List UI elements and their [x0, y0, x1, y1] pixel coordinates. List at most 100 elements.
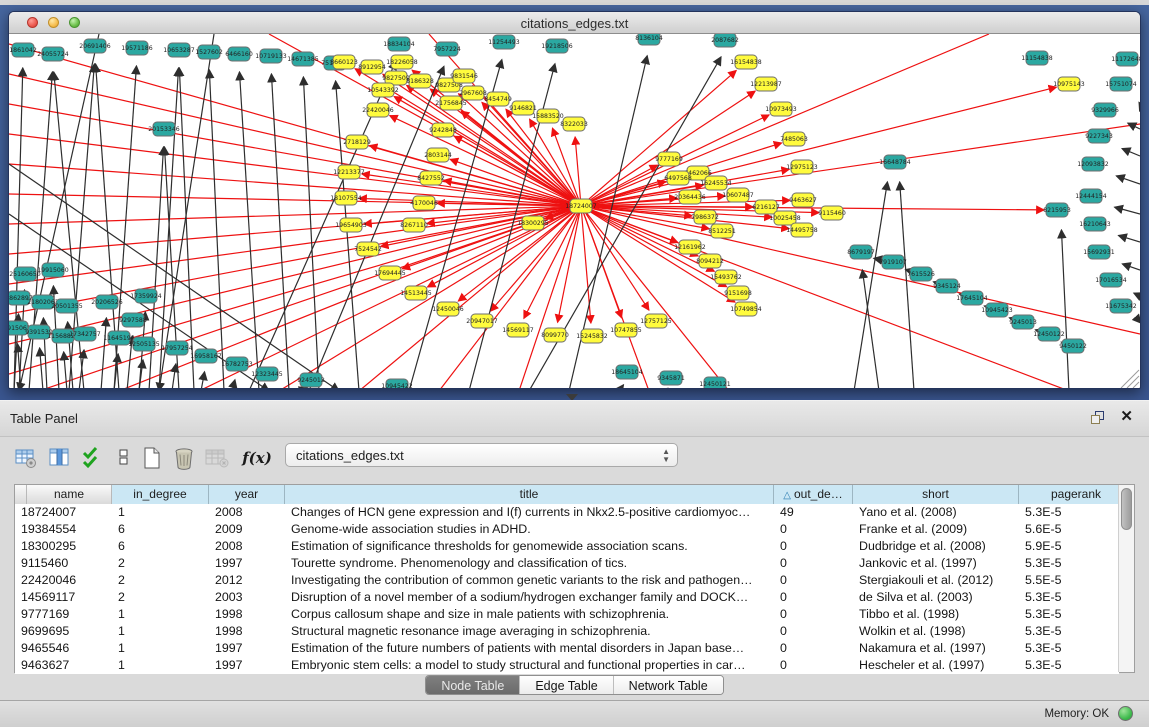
apply-function-button[interactable]: f(x)	[240, 445, 274, 471]
graph-node-label: 8267110	[400, 222, 428, 229]
graph-node-label: 15692931	[1083, 249, 1115, 256]
graph-node-label: 1527602	[195, 49, 223, 56]
table-row[interactable]: 2242004622012Investigating the contribut…	[15, 572, 1119, 589]
graph-node-label: 15493762	[710, 274, 742, 281]
network-canvas[interactable]: 1861042240557242069140619571186106532871…	[9, 34, 1140, 388]
graph-node-label: 7957224	[433, 46, 461, 53]
table-cell: 1	[112, 623, 209, 640]
table-cell: 14569117	[15, 589, 112, 606]
graph-node-label: 7919107	[879, 259, 907, 266]
graph-edge	[1116, 176, 1140, 184]
graph-node-label: 19571186	[121, 45, 153, 52]
table-cell: 0	[774, 555, 853, 572]
tab-node-table[interactable]: Node Table	[426, 676, 519, 694]
column-chooser-button[interactable]	[48, 445, 74, 471]
table-cell: 18724007	[15, 504, 112, 521]
delete-trash-button[interactable]	[172, 445, 198, 471]
function-fx-icon: f(x)	[242, 449, 272, 467]
scrollbar-thumb[interactable]	[1121, 488, 1132, 530]
column-header-in_degree[interactable]: in_degree	[112, 485, 209, 504]
graph-node-label: 18834104	[383, 41, 415, 48]
memory-status-label: Memory: OK	[1044, 708, 1109, 720]
window-resize-grip[interactable]	[1133, 382, 1139, 388]
graph-node-label: 14495758	[786, 227, 818, 234]
graph-node-label: 8136104	[635, 35, 663, 42]
graph-node-label: 12323445	[251, 371, 283, 378]
column-header-gutter[interactable]	[15, 485, 27, 504]
table-row[interactable]: 946554611997Estimation of the future num…	[15, 640, 1119, 657]
table-cell: 9777169	[15, 606, 112, 623]
graph-node-label: 12505135	[128, 341, 160, 348]
table-cell: 2008	[209, 504, 285, 521]
table-row[interactable]: 911546021997Tourette syndrome. Phenomeno…	[15, 555, 1119, 572]
graph-node-label: 12093832	[1077, 161, 1109, 168]
table-cell: 5.9E-5	[1019, 538, 1119, 555]
graph-node-label: 20501355	[51, 303, 83, 310]
row-height-button[interactable]	[112, 445, 138, 471]
table-row[interactable]: 1872400712008Changes of HCN gene express…	[15, 504, 1119, 521]
window-titlebar[interactable]: citations_edges.txt	[9, 12, 1140, 34]
table-cell: 2009	[209, 521, 285, 538]
graph-node-label: 2087682	[711, 37, 739, 44]
float-panel-button[interactable]	[1091, 411, 1105, 425]
column-header-title[interactable]: title	[285, 485, 774, 504]
column-header-short[interactable]: short	[853, 485, 1019, 504]
table-cell: 1	[112, 640, 209, 657]
new-document-icon	[140, 446, 166, 470]
graph-node-label: 19218506	[541, 43, 573, 50]
graph-node-label: 7986372	[691, 214, 719, 221]
column-header-out_degree[interactable]: △out_de…	[774, 485, 853, 504]
table-vertical-scrollbar[interactable]	[1118, 485, 1134, 672]
graph-edge	[9, 104, 581, 206]
graph-node-label: 9245012	[297, 377, 325, 384]
table-cell: 5.3E-5	[1019, 657, 1119, 674]
column-header-year[interactable]: year	[209, 485, 285, 504]
table-row[interactable]: 1938455462009Genome-wide association stu…	[15, 521, 1119, 538]
table-panel: Table Panel ✕	[0, 400, 1149, 727]
table-row[interactable]: 977716911998Corpus callosum shape and si…	[15, 606, 1119, 623]
table-cell: 0	[774, 538, 853, 555]
table-cell: 49	[774, 504, 853, 521]
table-tabs-segmented-control: Node TableEdge TableNetwork Table	[425, 675, 723, 695]
graph-node-label: 8322033	[560, 121, 588, 128]
table-cell: 5.3E-5	[1019, 623, 1119, 640]
graph-node-label: 8094212	[696, 258, 724, 265]
select-rows-button[interactable]	[80, 445, 106, 471]
table-cell: 1998	[209, 623, 285, 640]
column-chooser-icon	[48, 446, 74, 470]
graph-node-label: 14513445	[400, 290, 432, 297]
graph-node-label: 9345871	[657, 375, 685, 382]
graph-node-label: 9242848	[429, 127, 457, 134]
graph-node-label: 8099770	[541, 332, 569, 339]
graph-edge	[454, 136, 581, 206]
new-table-button[interactable]	[140, 445, 166, 471]
table-row[interactable]: 1456911722003Disruption of a novel membe…	[15, 589, 1119, 606]
delete-table-button[interactable]	[204, 445, 230, 471]
table-cell: 1997	[209, 555, 285, 572]
table-cell: Estimation of the future numbers of pati…	[285, 640, 774, 657]
window-resize-grip[interactable]	[1127, 376, 1139, 388]
close-panel-button[interactable]: ✕	[1120, 408, 1133, 426]
graph-edge	[239, 72, 259, 388]
tab-edge-table[interactable]: Edge Table	[519, 676, 612, 694]
table-settings-button[interactable]	[14, 445, 40, 471]
table-cell: 0	[774, 623, 853, 640]
column-header-name[interactable]: name	[27, 485, 112, 504]
tab-network-table[interactable]: Network Table	[613, 676, 723, 694]
table-cell: Disruption of a novel member of a sodium…	[285, 589, 774, 606]
graph-node-label: 8912954	[358, 64, 386, 71]
table-row[interactable]: 969969511998Structural magnetic resonanc…	[15, 623, 1119, 640]
table-row[interactable]: 1830029562008Estimation of significance …	[15, 538, 1119, 555]
table-source-dropdown[interactable]: citations_edges.txt ▲▼	[285, 443, 678, 467]
graph-node-label: 18645104	[611, 369, 643, 376]
graph-node-label: 21756845	[435, 100, 467, 107]
column-header-pagerank[interactable]: pagerank	[1019, 485, 1134, 504]
table-cell: Jankovic et al. (1997)	[853, 555, 1019, 572]
graph-node-label: 14569117	[502, 327, 534, 334]
graph-edge	[9, 206, 581, 224]
graph-node-label: 10747855	[610, 327, 642, 334]
graph-node-label: 16154838	[730, 59, 762, 66]
graph-node-label: 9227343	[1085, 133, 1113, 140]
table-row[interactable]: 946362711997Embryonic stem cells: a mode…	[15, 657, 1119, 674]
graph-node-label: 2967608	[459, 90, 487, 97]
